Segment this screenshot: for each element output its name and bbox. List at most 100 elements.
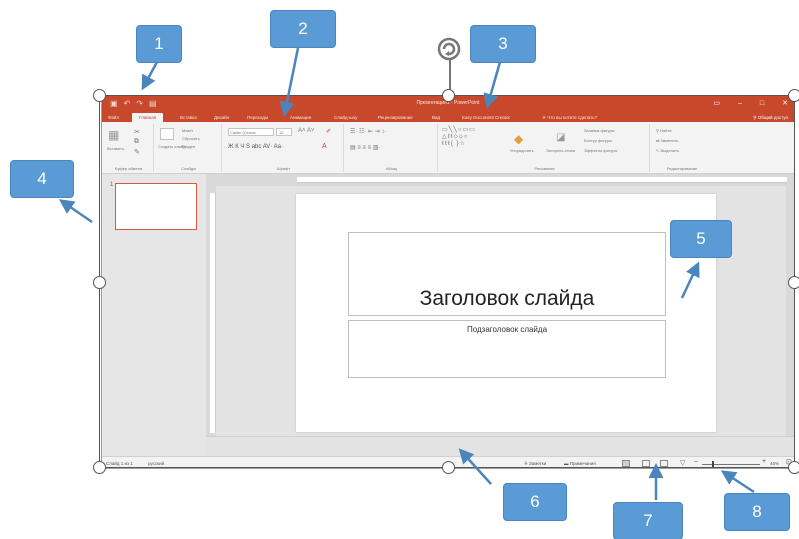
format-painter-icon[interactable]: ✎ [134, 148, 140, 156]
zoom-slider-thumb[interactable] [712, 461, 715, 468]
tab-transitions[interactable]: Переходы [247, 113, 268, 122]
font-color-icon[interactable]: A [322, 143, 327, 150]
notes-button[interactable]: ≙ Заметки [524, 461, 546, 467]
group-drawing: ▭╲╲○▭▭ △ℓℓ⬦⬦○ ℓℓℓ{ }☆ ◆ Упорядочить ◪ Эксп… [440, 124, 650, 172]
resize-handle-bottom-right[interactable] [788, 461, 799, 474]
ribbon-tab-bar: Файл Главная Вставка Дизайн Переходы Ани… [102, 112, 794, 122]
font-size-select[interactable]: 12 [276, 128, 292, 136]
group-label-font: Шрифт [276, 166, 291, 171]
font-size-value: 12 [279, 130, 284, 135]
quick-styles-button[interactable]: Экспресс-стили [546, 148, 575, 153]
group-clipboard: ▦ Вставить ✂ ⧉ ✎ Буфер обмена [104, 124, 154, 172]
reset-button[interactable]: Сбросить [182, 136, 200, 141]
resize-handle-top-right[interactable] [788, 89, 799, 102]
tab-animations[interactable]: Анимация [290, 113, 311, 122]
zoom-slider[interactable] [702, 464, 760, 465]
resize-handle-right[interactable] [788, 276, 799, 289]
select-button[interactable]: ↖ Выделить [656, 148, 679, 153]
zoom-level[interactable]: 45% [770, 461, 779, 466]
reading-view-button[interactable] [660, 460, 668, 467]
slide-counter: Слайд 1 из 1 [106, 461, 133, 466]
slide-thumbnail[interactable] [115, 183, 197, 230]
font-name-select[interactable]: Calibri (Основ [228, 128, 274, 136]
callout-3: 3 [470, 25, 536, 63]
notes-pane[interactable] [206, 436, 794, 456]
group-label-editing: Редактирование [666, 166, 698, 171]
font-style-icons[interactable]: Ж К Ч S abc AV· Aa· [228, 144, 283, 150]
resize-handle-left[interactable] [93, 276, 106, 289]
tab-insert[interactable]: Вставка [180, 113, 197, 122]
tab-design[interactable]: Дизайн [214, 113, 229, 122]
powerpoint-window: ▣ ↶ ↷ ▤ Презентация1 - PowerPoint ▭ – □ … [101, 95, 795, 469]
zoom-out-icon[interactable]: – [694, 458, 698, 465]
callout-2: 2 [270, 10, 336, 48]
tab-review[interactable]: Рецензирование [378, 113, 413, 122]
new-slide-icon[interactable] [160, 128, 174, 140]
close-icon[interactable]: ✕ [782, 99, 788, 108]
subtitle-placeholder[interactable]: Подзаголовок слайда [348, 320, 666, 378]
ribbon: ▦ Вставить ✂ ⧉ ✎ Буфер обмена Создать сл… [102, 122, 794, 174]
quick-styles-icon[interactable]: ◪ [556, 132, 565, 143]
title-placeholder[interactable]: Заголовок слайда [348, 232, 666, 316]
shape-fill-button[interactable]: Заливка фигуры [584, 128, 615, 133]
shape-effects-button[interactable]: Эффекты фигуры [584, 148, 617, 153]
tab-easy-document-creator[interactable]: Easy Document Creator [462, 113, 510, 122]
language-indicator[interactable]: русский [148, 461, 164, 466]
replace-label: Заменить [660, 138, 679, 143]
replace-button[interactable]: ⇄ Заменить [656, 138, 678, 143]
callout-6: 6 [503, 483, 567, 521]
grow-font-icon[interactable]: A˄ A˅ [298, 128, 314, 134]
horizontal-ruler [297, 177, 787, 183]
cut-icon[interactable]: ✂ [134, 128, 140, 136]
tell-me-search[interactable]: ☀ Что вы хотите сделать? [542, 113, 597, 122]
slideshow-view-icon[interactable]: ▽ [680, 459, 685, 467]
resize-handle-bottom-left[interactable] [93, 461, 106, 474]
arrow-1 [141, 61, 159, 91]
list-icons[interactable]: ☰· ☷· ⇤ ⇥ ↕· [350, 128, 386, 135]
callout-8: 8 [724, 493, 790, 531]
resize-handle-top[interactable] [442, 89, 455, 102]
normal-view-button[interactable] [622, 460, 630, 467]
callout-4: 4 [10, 160, 74, 198]
slide-canvas[interactable]: Заголовок слайда Подзаголовок слайда [296, 194, 716, 432]
slide-thumbnail-panel: 1 [102, 174, 206, 456]
group-label-slides: Слайды [181, 166, 196, 171]
tab-slideshow[interactable]: Слайд-шоу [334, 113, 357, 122]
group-label-paragraph: Абзац [385, 166, 398, 171]
zoom-in-icon[interactable]: + [762, 458, 766, 465]
section-button[interactable]: Раздел [182, 144, 195, 149]
paste-button[interactable]: Вставить [107, 146, 124, 151]
group-label-clipboard: Буфер обмена [114, 166, 143, 171]
maximize-icon[interactable]: □ [760, 99, 764, 108]
comments-button[interactable]: ▬ Примечания [564, 461, 596, 466]
notes-label: Заметки [529, 461, 547, 466]
shapes-gallery[interactable]: ▭╲╲○▭▭ △ℓℓ⬦⬦○ ℓℓℓ{ }☆ [442, 127, 476, 148]
share-button[interactable]: ⚲ Общий доступ [753, 113, 788, 122]
tab-view[interactable]: Вид [432, 113, 440, 122]
group-label-drawing: Рисование [534, 166, 555, 171]
slide-sorter-button[interactable] [642, 460, 650, 467]
paste-icon[interactable]: ▦ [108, 128, 119, 142]
copy-icon[interactable]: ⧉ [134, 138, 139, 146]
group-slides: Создать слайд Макет Сбросить Раздел Слай… [156, 124, 222, 172]
clear-format-icon[interactable]: ✐ [326, 128, 331, 135]
layout-button[interactable]: Макет [182, 128, 193, 133]
arrange-button[interactable]: Упорядочить [510, 148, 534, 153]
resize-handle-top-left[interactable] [93, 89, 106, 102]
font-name-value: Calibri (Основ [230, 130, 256, 135]
select-label: Выделить [660, 148, 679, 153]
ribbon-options-icon[interactable]: ▭ [713, 99, 720, 108]
find-button[interactable]: ⚲ Найти [656, 128, 671, 133]
align-icons[interactable]: ▤ ≡ ≡ ≡ ▥· [350, 144, 381, 151]
tab-home[interactable]: Главная [132, 113, 164, 122]
arrow-4 [58, 199, 93, 224]
screenshot-stage: ▣ ↶ ↷ ▤ Презентация1 - PowerPoint ▭ – □ … [0, 0, 799, 539]
resize-handle-bottom[interactable] [442, 461, 455, 474]
comments-label: Примечания [569, 461, 596, 466]
minimize-icon[interactable]: – [738, 99, 742, 108]
window-controls: ▭ – □ ✕ [713, 99, 788, 108]
arrange-icon[interactable]: ◆ [514, 132, 523, 146]
rotate-handle-icon[interactable] [436, 36, 462, 62]
shape-outline-button[interactable]: Контур фигуры [584, 138, 612, 143]
tab-file[interactable]: Файл [108, 113, 119, 122]
